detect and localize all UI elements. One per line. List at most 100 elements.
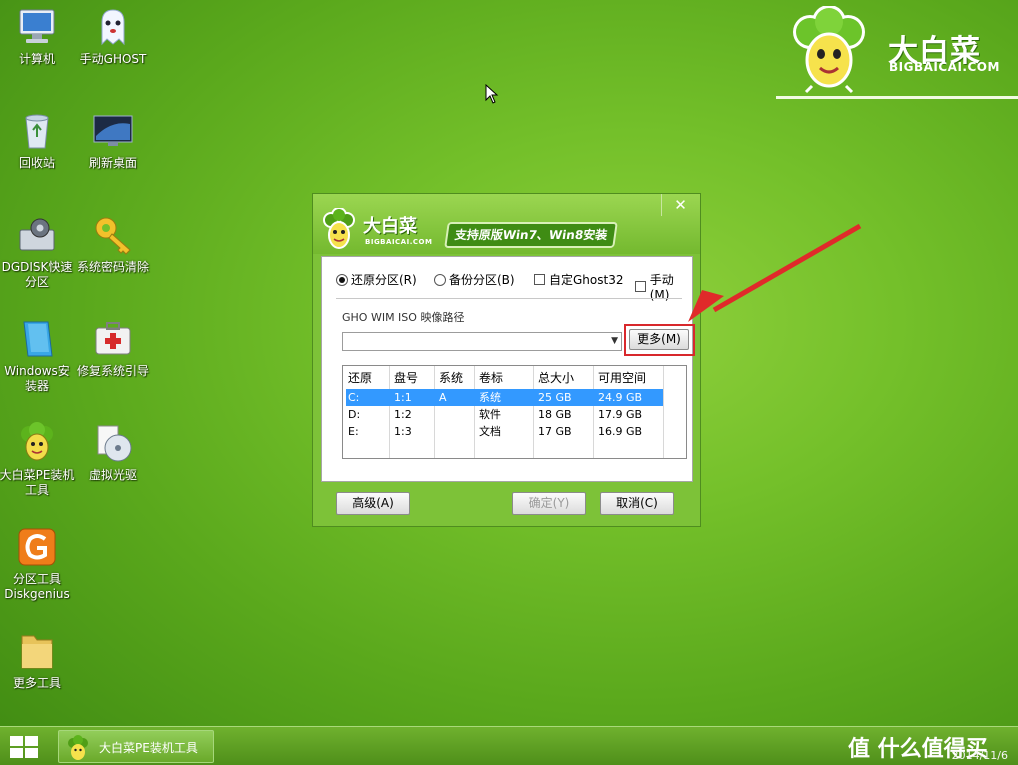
dialog-brand-url: BIGBAICAI.COM — [365, 238, 433, 246]
desktop-icon-label: 系统密码清除 — [76, 260, 149, 274]
cell-system: A — [439, 391, 447, 404]
tray-date: 2014/11/6 — [951, 749, 1008, 762]
pe-install-dialog: 大白菜 BIGBAICAI.COM 支持原版Win7、Win8安装 ✕ 还原分区… — [312, 193, 701, 527]
chevron-down-icon: ▼ — [611, 336, 618, 346]
desktop-icon-label: 修复系统引导 — [76, 364, 149, 378]
dabaicai-mascot-icon — [65, 735, 91, 761]
cell-label: 系统 — [479, 391, 501, 404]
cell-free-space: 16.9 GB — [598, 425, 643, 438]
backup-partition-radio[interactable]: 备份分区(B) — [434, 271, 515, 288]
desktop-icon-repair-boot[interactable]: 修复系统引导 — [76, 318, 150, 379]
cell-total-size: 18 GB — [538, 408, 572, 421]
cell-total-size: 25 GB — [538, 391, 572, 404]
cell-disk: 1:1 — [394, 391, 412, 404]
table-header-row: 还原 盘号 系统 卷标 总大小 可用空间 — [343, 368, 686, 388]
dabaicai-mascot-icon — [16, 422, 58, 464]
checkbox-icon — [635, 281, 646, 292]
folder-icon — [16, 630, 58, 672]
desktop-icon-recycle-bin[interactable]: 回收站 — [0, 110, 74, 171]
desktop-icon-label: 大白菜PE装机工具 — [0, 468, 75, 497]
cell-total-size: 17 GB — [538, 425, 572, 438]
restore-partition-label: 还原分区(R) — [351, 273, 417, 287]
ghost-icon — [92, 6, 134, 48]
taskbar-item-label: 大白菜PE装机工具 — [99, 741, 198, 755]
cancel-button[interactable]: 取消(C) — [600, 492, 674, 515]
desktop-icon-windows-installer[interactable]: Windows安装器 — [0, 318, 74, 394]
restore-partition-radio[interactable]: 还原分区(R) — [336, 271, 417, 288]
first-aid-kit-icon — [92, 318, 134, 360]
disk-gear-icon — [16, 214, 58, 256]
column-header-system[interactable]: 系统 — [434, 368, 463, 388]
dialog-header: 大白菜 BIGBAICAI.COM 支持原版Win7、Win8安装 ✕ — [313, 194, 700, 254]
dabaicai-mascot-icon — [319, 207, 359, 252]
red-arrow-icon — [680, 220, 870, 330]
column-header-free-space[interactable]: 可用空间 — [593, 368, 646, 388]
radio-unselected-icon — [434, 273, 446, 286]
checkbox-icon — [534, 274, 545, 285]
close-icon: ✕ — [674, 196, 687, 214]
desktop-icon-password-clear[interactable]: 系统密码清除 — [76, 214, 150, 275]
desktop-icon-label: DGDISK快速分区 — [1, 260, 73, 289]
cell-free-space: 17.9 GB — [598, 408, 643, 421]
taskbar-item-pe-tool[interactable]: 大白菜PE装机工具 — [58, 730, 214, 763]
partition-table: 还原 盘号 系统 卷标 总大小 可用空间 C: 1:1 A 系统 25 GB 2… — [342, 365, 687, 459]
close-button[interactable]: ✕ — [661, 194, 699, 216]
virtual-drive-icon — [92, 422, 134, 464]
diskgenius-icon — [16, 526, 58, 568]
desktop-icon-more-tools[interactable]: 更多工具 — [0, 630, 74, 691]
custom-ghost32-checkbox[interactable]: 自定Ghost32 — [534, 271, 623, 288]
cell-label: 软件 — [479, 408, 501, 421]
column-header-total-size[interactable]: 总大小 — [533, 368, 574, 388]
divider — [336, 298, 682, 299]
mouse-cursor-icon — [485, 83, 499, 104]
desktop-icon-label: 刷新桌面 — [88, 156, 137, 170]
cell-drive: C: — [348, 391, 360, 404]
cell-free-space: 24.9 GB — [598, 391, 643, 404]
column-header-disk[interactable]: 盘号 — [389, 368, 418, 388]
ok-button[interactable]: 确定(Y) — [512, 492, 586, 515]
cell-disk: 1:2 — [394, 408, 412, 421]
cell-drive: D: — [348, 408, 361, 421]
brand-underline — [776, 96, 1018, 99]
windows-installer-icon — [16, 318, 58, 360]
start-button[interactable] — [6, 731, 42, 763]
computer-icon — [16, 6, 58, 48]
brand-logo: 大白菜 BIGBAICAI.COM — [776, 4, 1018, 100]
table-row[interactable]: D: 1:2 软件 18 GB 17.9 GB — [343, 406, 686, 423]
dialog-content: 还原分区(R) 备份分区(B) 自定Ghost32 手动(M) GHO WIM … — [321, 256, 695, 482]
monitor-refresh-icon — [92, 110, 134, 152]
desktop-icon-ghost[interactable]: 手动GHOST — [76, 6, 150, 67]
cell-label: 文档 — [479, 425, 501, 438]
desktop-icon-label: Windows安装器 — [4, 364, 70, 393]
table-row[interactable]: E: 1:3 文档 17 GB 16.9 GB — [343, 423, 686, 440]
desktop-icon-label: 回收站 — [18, 156, 55, 170]
desktop-icon-diskgenius[interactable]: 分区工具Diskgenius — [0, 526, 75, 602]
recycle-bin-icon — [16, 110, 58, 152]
dabaicai-mascot-icon — [786, 5, 872, 94]
image-path-combobox[interactable]: ▼ — [342, 332, 622, 351]
dialog-slogan-banner: 支持原版Win7、Win8安装 — [444, 222, 618, 248]
more-button[interactable]: 更多(M) — [629, 329, 689, 350]
taskbar: 大白菜PE装机工具 值 什么值得买 2014/11/6 — [0, 726, 1018, 765]
system-tray: 值 什么值得买 2014/11/6 — [848, 727, 1018, 765]
dialog-brand-name: 大白菜 — [363, 216, 417, 237]
column-header-restore[interactable]: 还原 — [343, 368, 372, 388]
table-row[interactable]: C: 1:1 A 系统 25 GB 24.9 GB — [343, 389, 686, 406]
column-header-label[interactable]: 卷标 — [474, 368, 503, 388]
key-icon — [92, 214, 134, 256]
advanced-button[interactable]: 高级(A) — [336, 492, 410, 515]
desktop-icon-label: 手动GHOST — [79, 52, 147, 66]
desktop-icon-dgdisk[interactable]: DGDISK快速分区 — [0, 214, 76, 290]
radio-selected-icon — [336, 273, 348, 286]
desktop-icon-label: 更多工具 — [12, 676, 61, 690]
desktop-icon-refresh-desktop[interactable]: 刷新桌面 — [76, 110, 150, 171]
cell-drive: E: — [348, 425, 359, 438]
desktop-icon-label: 分区工具Diskgenius — [4, 572, 70, 601]
desktop-icon-computer[interactable]: 计算机 — [0, 6, 74, 67]
desktop-icon-label: 虚拟光驱 — [88, 468, 137, 482]
cell-disk: 1:3 — [394, 425, 412, 438]
desktop-icon-pe-tool[interactable]: 大白菜PE装机工具 — [0, 422, 76, 498]
image-path-label: GHO WIM ISO 映像路径 — [342, 311, 465, 324]
custom-ghost32-label: 自定Ghost32 — [549, 273, 624, 287]
desktop-icon-virtual-drive[interactable]: 虚拟光驱 — [76, 422, 150, 483]
